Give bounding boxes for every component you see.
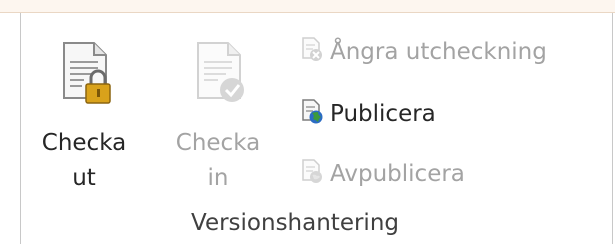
unpublish-button[interactable]: Avpublicera xyxy=(300,156,465,192)
check-out-button[interactable]: Checka ut xyxy=(34,40,134,205)
publish-button[interactable]: Publicera xyxy=(300,96,436,132)
check-out-label-line1: Checka xyxy=(41,130,127,156)
document-check-icon xyxy=(186,40,250,110)
check-in-label-line2: in xyxy=(207,165,229,191)
check-in-button[interactable]: Checka in xyxy=(168,40,268,205)
document-lock-icon xyxy=(52,40,116,110)
unpublish-label: Avpublicera xyxy=(330,161,465,187)
undo-checkout-button[interactable]: Ångra utcheckning xyxy=(300,34,547,70)
group-separator-right xyxy=(612,13,613,244)
document-publish-icon xyxy=(300,98,324,130)
check-out-label-line2: ut xyxy=(72,165,96,191)
ribbon-top-border xyxy=(0,12,615,13)
document-undo-icon xyxy=(300,36,324,68)
document-unpublish-icon xyxy=(300,158,324,190)
undo-checkout-label: Ångra utcheckning xyxy=(330,39,547,65)
ribbon-top-band xyxy=(0,0,615,12)
ribbon-group-label: Versionshantering xyxy=(191,210,399,236)
check-in-label-line1: Checka xyxy=(175,130,261,156)
group-separator-left xyxy=(20,13,21,244)
publish-label: Publicera xyxy=(330,101,436,127)
